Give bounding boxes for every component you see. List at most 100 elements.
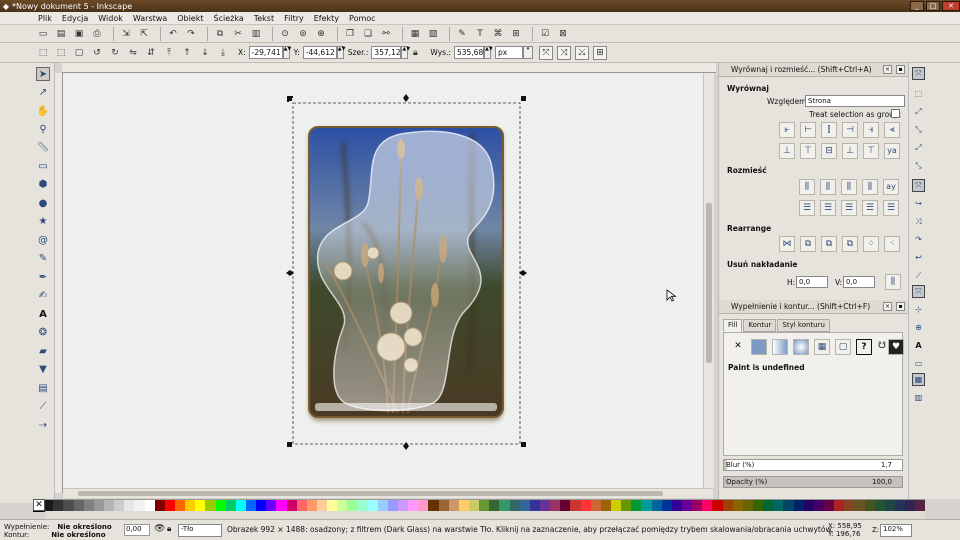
distribute-top-edges-icon[interactable]: ☰ (799, 200, 815, 216)
open-file-icon[interactable]: ▤ (54, 27, 68, 41)
lock-icon[interactable]: 🔒︎ (408, 46, 422, 60)
paint-bucket-tool-icon[interactable]: ▼ (36, 362, 50, 376)
exchange-z-order-icon[interactable]: ⧉ (821, 236, 837, 252)
align-baselines-icon[interactable]: ya (884, 143, 900, 159)
height-spinner[interactable]: ▲▼ (483, 46, 493, 59)
randomize-positions-icon[interactable]: ⁘ (863, 236, 879, 252)
distribute-centers-v-icon[interactable]: ☰ (820, 200, 836, 216)
scale-corners-icon[interactable]: ⤨ (556, 45, 571, 60)
rectangle-tool-icon[interactable]: ▭ (36, 159, 50, 173)
copy-icon[interactable]: ⧉ (213, 27, 227, 41)
flip-horizontal-icon[interactable]: ⇋ (126, 46, 140, 60)
panel-iconify-icon[interactable]: ▪ (896, 302, 905, 311)
layer-visibility-eye-icon[interactable]: 👁︎ (154, 524, 165, 534)
canvas[interactable] (63, 73, 703, 488)
distribute-gaps-h-icon[interactable]: ⫼ (862, 179, 878, 195)
cut-icon[interactable]: ✂ (231, 27, 245, 41)
palette-scrollbar[interactable] (45, 511, 925, 519)
clone-icon[interactable]: ❏ (361, 27, 375, 41)
rotate-ccw-icon[interactable]: ↺ (90, 46, 104, 60)
y-spinner[interactable]: ▲▼ (336, 46, 346, 59)
snap-guides-icon[interactable]: ▥ (912, 391, 925, 404)
xml-editor-icon[interactable]: ⌘ (491, 27, 505, 41)
radial-gradient-icon[interactable] (793, 339, 809, 355)
no-color-swatch[interactable]: ✕ (33, 499, 45, 511)
star-tool-icon[interactable]: ★ (36, 214, 50, 228)
x-input[interactable]: -29,741 (248, 46, 283, 59)
maximize-button[interactable]: □ (926, 1, 940, 11)
menu-view[interactable]: Widok (98, 14, 123, 23)
opacity-slider[interactable]: Opacity (%) 100,0 (723, 476, 903, 488)
swatch-icon[interactable]: ▢ (835, 339, 851, 355)
menu-help[interactable]: Pomoc (349, 14, 376, 23)
distribute-centers-h-icon[interactable]: ⫼ (820, 179, 836, 195)
unit-dropdown-arrow[interactable]: ▾ (522, 46, 533, 59)
unset-paint-icon[interactable]: ? (856, 339, 872, 355)
snap-intersections-icon[interactable]: ⤨ (912, 215, 925, 228)
eraser-tool-icon[interactable]: ▰ (36, 344, 50, 358)
unlink-clone-icon[interactable]: ⚯ (379, 27, 393, 41)
treat-as-group-checkbox[interactable] (891, 109, 900, 118)
lower-to-bottom-icon[interactable]: ⤓ (216, 46, 230, 60)
height-input[interactable]: 535,680 (453, 46, 488, 59)
align-text-baseline-icon[interactable]: ⫷ (884, 122, 900, 138)
close-button[interactable]: ✕ (942, 1, 960, 11)
ellipse-tool-icon[interactable]: ● (36, 196, 50, 210)
ungroup-icon[interactable]: ▧ (426, 27, 440, 41)
snap-bbox-edge-icon[interactable]: ⤢ (912, 105, 925, 118)
layer-lock-icon[interactable]: 🔒︎ (167, 524, 171, 534)
current-layer-select[interactable]: -Tło (178, 524, 222, 537)
distribute-right-edges-icon[interactable]: ⫼ (841, 179, 857, 195)
3d-box-tool-icon[interactable]: ⬢ (36, 177, 50, 191)
node-tool-icon[interactable]: ↗ (36, 85, 50, 99)
pattern-icon[interactable]: ▦ (814, 339, 830, 355)
align-right-to-left-icon[interactable]: ⫦ (779, 122, 795, 138)
print-icon[interactable]: ⎙ (90, 27, 104, 41)
tweak-tool-icon[interactable]: ✋ (36, 104, 50, 118)
menu-object[interactable]: Obiekt (177, 14, 203, 23)
menu-text[interactable]: Tekst (254, 14, 274, 23)
spray-tool-icon[interactable]: ❂ (36, 325, 50, 339)
pen-tool-icon[interactable]: ✒ (36, 270, 50, 284)
exchange-positions-icon[interactable]: ⧉ (800, 236, 816, 252)
gradient-tool-icon[interactable]: ▤ (36, 381, 50, 395)
new-document-icon[interactable]: ▭ (36, 27, 50, 41)
snap-object-center-icon[interactable]: ⊹ (912, 303, 925, 316)
snap-paths-icon[interactable]: ↪ (912, 197, 925, 210)
selector-tool-icon[interactable]: ➤ (36, 67, 50, 81)
h-gap-input[interactable]: 0,0 (796, 276, 828, 288)
duplicate-icon[interactable]: ❐ (343, 27, 357, 41)
snap-others-icon[interactable]: ⤧ (912, 285, 925, 298)
menu-extensions[interactable]: Efekty (314, 14, 339, 23)
pencil-tool-icon[interactable]: ✎ (36, 251, 50, 265)
raise-to-top-icon[interactable]: ⤒ (162, 46, 176, 60)
snap-smooth-nodes-icon[interactable]: ↩ (912, 251, 925, 264)
zoom-input[interactable]: 102% (880, 524, 912, 537)
snap-rotation-center-icon[interactable]: ⊕ (912, 321, 925, 334)
tab-stroke-style[interactable]: Styl konturu (777, 319, 830, 332)
snap-cusp-nodes-icon[interactable]: ↷ (912, 233, 925, 246)
remove-overlaps-icon[interactable]: ⫼ (885, 274, 901, 290)
align-dialog-icon[interactable]: ⊞ (509, 27, 523, 41)
snap-bbox-corner-icon[interactable]: ⤡ (912, 123, 925, 136)
exchange-clockwise-icon[interactable]: ⧉ (842, 236, 858, 252)
unclump-icon[interactable]: ⁖ (884, 236, 900, 252)
distribute-gaps-v-icon[interactable]: ☰ (862, 200, 878, 216)
fill-rule-nonzero-icon[interactable]: ♥ (888, 339, 904, 355)
no-paint-icon[interactable]: ✕ (730, 339, 746, 355)
tab-fill[interactable]: Fill (723, 319, 743, 332)
transform-patterns-icon[interactable]: ⊞ (592, 45, 607, 60)
panel-iconify-icon[interactable]: ▪ (896, 65, 905, 74)
distribute-bottom-edges-icon[interactable]: ☰ (841, 200, 857, 216)
blur-slider[interactable]: Blur (%) 1,7 (723, 459, 903, 471)
x-spinner[interactable]: ▲▼ (282, 46, 291, 59)
spiral-tool-icon[interactable]: @ (36, 233, 50, 247)
linear-gradient-icon[interactable] (772, 339, 788, 355)
panel-close-icon[interactable]: × (883, 65, 892, 74)
save-file-icon[interactable]: ▣ (72, 27, 86, 41)
selected-image[interactable] (308, 126, 504, 418)
vertical-scroll-thumb[interactable] (706, 203, 712, 363)
flat-color-icon[interactable] (751, 339, 767, 355)
lower-icon[interactable]: ↓ (198, 46, 212, 60)
graph-layout-icon[interactable]: ⋈ (779, 236, 795, 252)
